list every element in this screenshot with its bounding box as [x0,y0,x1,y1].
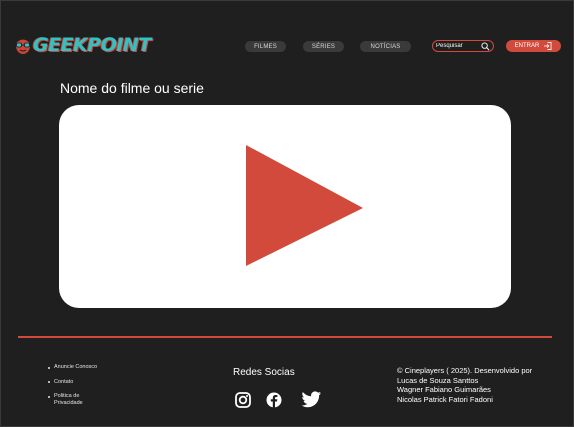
list-item: Anuncie Conosco [48,364,104,371]
footer-link-contato[interactable]: Contato [54,379,73,385]
play-icon[interactable] [246,145,363,266]
geek-face-icon [16,38,30,54]
logo-text: GEEKPOINT [33,33,151,56]
credits-line: Lucas de Souza Santtos [397,375,479,385]
twitter-icon[interactable] [301,390,322,410]
nav-item-noticias[interactable]: NOTÍCIAS [360,41,411,52]
login-button[interactable]: ENTRAR [506,40,561,52]
social-title: Redes Socias [233,367,295,378]
footer-divider [18,336,552,338]
login-icon [544,42,552,50]
credits: © Cineplayers ( 2025). Desenvolvido por … [397,366,532,404]
credits-line: Wagner Fabiano Guimarães [397,385,491,395]
footer-link-anuncie[interactable]: Anuncie Conosco [54,364,97,370]
search-input[interactable] [436,41,480,51]
logo[interactable]: GEEKPOINT [14,33,151,57]
credits-line: © Cineplayers ( 2025). Desenvolvido por [397,366,533,375]
page-title: Nome do filme ou serie [60,80,204,96]
list-item: Contato [48,379,104,386]
credits-line: Nicolas Patrick Fatori Fadoni [397,394,493,404]
video-player[interactable] [59,105,511,308]
facebook-icon[interactable] [265,391,283,409]
footer-link-privacidade[interactable]: Politica de Privacidade [54,393,83,406]
footer-links: Anuncie Conosco Contato Politica de Priv… [48,364,104,414]
instagram-icon[interactable] [234,391,252,409]
nav-item-series[interactable]: SÉRIES [303,41,344,52]
login-label: ENTRAR [514,43,540,49]
search-box [432,40,494,52]
search-icon[interactable] [481,42,490,51]
nav-item-filmes[interactable]: FILMES [245,41,286,52]
list-item: Politica de Privacidade [48,393,104,406]
